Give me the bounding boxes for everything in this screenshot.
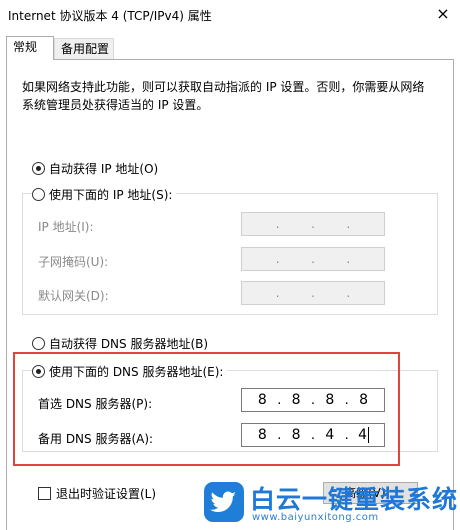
radio-obtain-ip-auto[interactable]: 自动获得 IP 地址(O) bbox=[32, 160, 158, 177]
window-title: Internet 协议版本 4 (TCP/IPv4) 属性 bbox=[8, 9, 212, 23]
watermark: 白云一键重装系统 www.baiyunxitong.com bbox=[204, 480, 458, 528]
validate-settings-checkbox[interactable]: 退出时验证设置(L) bbox=[38, 485, 156, 502]
ip-address-input[interactable]: . . . bbox=[241, 212, 385, 236]
subnet-mask-input[interactable]: . . . bbox=[241, 247, 385, 271]
subnet-mask-label: 子网掩码(U): bbox=[38, 255, 109, 269]
bird-logo-icon bbox=[204, 482, 244, 522]
radio-label: 自动获得 DNS 服务器地址(B) bbox=[49, 337, 209, 351]
radio-indicator-selected bbox=[32, 162, 45, 175]
dns-highlight-box bbox=[13, 352, 400, 466]
close-button[interactable]: × bbox=[430, 2, 456, 26]
title-bar: Internet 协议版本 4 (TCP/IPv4) 属性 × bbox=[0, 0, 460, 30]
checkbox-label: 退出时验证设置(L) bbox=[56, 487, 157, 501]
radio-indicator bbox=[32, 188, 45, 201]
watermark-title: 白云一键重装系统 bbox=[250, 485, 459, 514]
radio-obtain-dns-auto[interactable]: 自动获得 DNS 服务器地址(B) bbox=[32, 335, 208, 352]
tab-alternate-configuration[interactable]: 备用配置 bbox=[54, 38, 114, 60]
radio-label: 使用下面的 IP 地址(S): bbox=[49, 188, 173, 202]
radio-use-following-ip[interactable]: 使用下面的 IP 地址(S): bbox=[32, 186, 177, 203]
checkbox-box bbox=[38, 487, 51, 500]
default-gateway-label: 默认网关(D): bbox=[38, 289, 109, 303]
watermark-url: www.baiyunxitong.com bbox=[252, 512, 379, 523]
default-gateway-input[interactable]: . . . bbox=[241, 281, 385, 305]
radio-indicator bbox=[32, 337, 45, 350]
ip-address-label: IP 地址(I): bbox=[38, 220, 94, 234]
tab-strip: 常规 备用配置 bbox=[0, 36, 460, 60]
description-text: 如果网络支持此功能，则可以获取自动指派的 IP 设置。否则，你需要从网络系统管理… bbox=[22, 80, 425, 112]
radio-label: 自动获得 IP 地址(O) bbox=[49, 162, 159, 176]
tab-general[interactable]: 常规 bbox=[6, 36, 54, 60]
